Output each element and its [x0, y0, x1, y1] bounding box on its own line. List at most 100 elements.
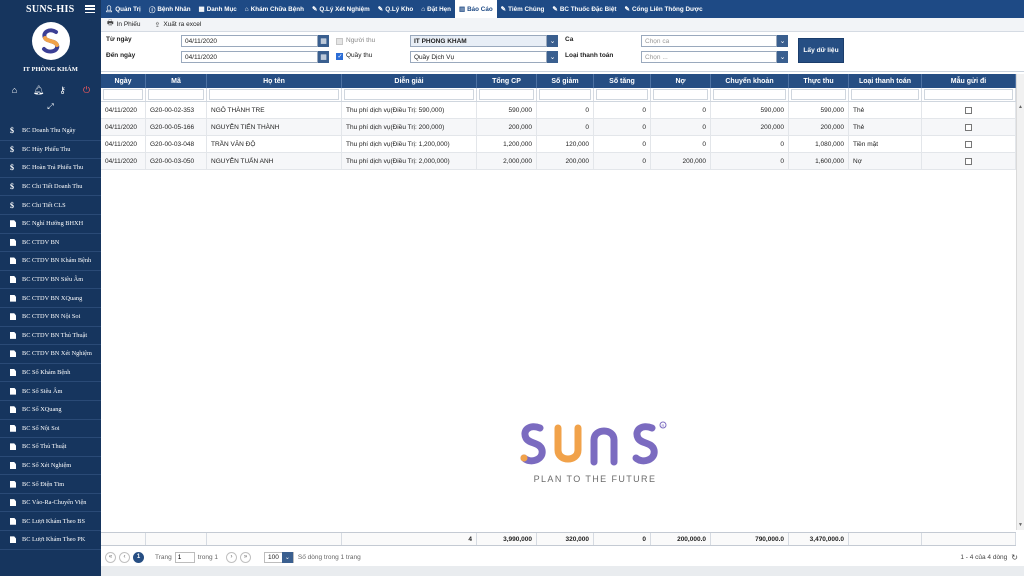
column-header[interactable]: Nợ — [651, 74, 711, 88]
column-filter-input[interactable] — [851, 89, 919, 100]
column-filter-input[interactable] — [148, 89, 204, 100]
nav-item[interactable]: ✎ Q.Lý Kho — [374, 0, 417, 18]
chevron-down-icon[interactable]: ⌄ — [777, 51, 788, 63]
column-header[interactable]: Thực thu — [789, 74, 849, 88]
page-size-select[interactable]: 100 ⌄ — [264, 551, 294, 563]
sidebar-item[interactable]: BC Lượt Khám Theo BS — [0, 512, 101, 532]
sidebar-item[interactable]: BC Sổ Khám Bệnh — [0, 364, 101, 383]
prev-page-icon[interactable]: ‹ — [119, 551, 130, 563]
calendar-icon[interactable]: ▦ — [318, 35, 329, 47]
sidebar-item[interactable]: BC CTDV BN Xét Nghiệm — [0, 345, 101, 364]
column-header[interactable]: Ngày — [101, 74, 146, 88]
sidebar-item[interactable]: BC Vào-Ra-Chuyển Viện — [0, 494, 101, 513]
export-excel-button[interactable]: ⇪ Xuất ra excel — [154, 21, 201, 29]
first-page-icon[interactable]: « — [105, 551, 116, 563]
sidebar-item[interactable]: BC Sổ Điện Tim — [0, 475, 101, 494]
sidebar-item[interactable]: BC CTDV BN — [0, 234, 101, 253]
power-icon[interactable]: ⏻ — [81, 85, 93, 96]
column-filter-input[interactable] — [791, 89, 846, 100]
paytype-select[interactable] — [641, 51, 777, 63]
column-header[interactable]: Diễn giải — [342, 74, 477, 88]
to-date-input[interactable] — [181, 51, 318, 63]
chevron-down-icon[interactable]: ⌄ — [547, 35, 558, 47]
column-header[interactable]: Tổng CP — [477, 74, 537, 88]
column-filter-input[interactable] — [713, 89, 786, 100]
collector-select[interactable] — [410, 35, 547, 47]
hamburger-menu-icon[interactable] — [85, 5, 95, 13]
sidebar-item[interactable]: BC CTDV BN Khám Bệnh — [0, 252, 101, 271]
nav-item[interactable]: ▥ Báo Cáo — [454, 0, 497, 18]
nav-item[interactable]: ✎ Q.Lý Xét Nghiệm — [308, 0, 374, 18]
last-page-icon[interactable]: » — [240, 551, 251, 563]
table-row[interactable]: 04/11/2020 G20-00-03-048 TRẦN VĂN ĐỘ Thu ph… — [101, 136, 1016, 153]
sidebar-item[interactable]: BC CTDV BN Thủ Thuật — [0, 327, 101, 346]
shift-select[interactable] — [641, 35, 777, 47]
chevron-down-icon[interactable]: ⌄ — [777, 35, 788, 47]
column-filter-input[interactable] — [344, 89, 474, 100]
nav-item[interactable]: ✎ Cổng Liên Thông Dược — [621, 0, 707, 18]
nav-item[interactable]: ▦ Danh Mục — [195, 0, 241, 18]
nav-item[interactable]: ⌂ Khám Chữa Bệnh — [241, 0, 308, 18]
sidebar-item[interactable]: BC Nghỉ Hưởng BHXH — [0, 215, 101, 234]
sidebar-item[interactable]: BC CTDV BN Nội Soi — [0, 308, 101, 327]
column-filter-input[interactable] — [539, 89, 591, 100]
sidebar-item[interactable]: BC Sổ Nội Soi — [0, 420, 101, 439]
key-icon[interactable]: ⚷ — [57, 85, 69, 96]
scroll-down-icon[interactable]: ▼ — [1017, 522, 1024, 528]
sidebar-item[interactable]: BC CTDV BN Siêu Âm — [0, 271, 101, 290]
expand-icon[interactable]: ⤢ — [0, 102, 101, 112]
column-filter-input[interactable] — [479, 89, 534, 100]
column-filter-input[interactable] — [596, 89, 648, 100]
table-row[interactable]: 04/11/2020 G20-00-05-166 NGUYỄN TIẾN THÀNH… — [101, 119, 1016, 136]
column-filter-input[interactable] — [103, 89, 143, 100]
chevron-down-icon[interactable]: ⌄ — [547, 51, 558, 63]
sidebar-item[interactable]: $ BC Chi Tiết CLS — [0, 196, 101, 215]
column-header[interactable]: Mẫu gửi đi — [922, 74, 1016, 88]
column-header[interactable]: Loại thanh toán — [849, 74, 922, 88]
bell-icon[interactable]: 🔔︎ — [33, 85, 45, 96]
sidebar-item[interactable]: BC Sổ XQuang — [0, 401, 101, 420]
column-header[interactable]: Số giảm — [537, 74, 594, 88]
sample-sent-checkbox[interactable] — [965, 140, 972, 148]
next-page-icon[interactable]: › — [226, 551, 237, 563]
column-header[interactable]: Mã — [146, 74, 207, 88]
column-filter-input[interactable] — [209, 89, 339, 100]
table-row[interactable]: 04/11/2020 G20-00-03-050 NGUYỄN TUẤN ANH Th… — [101, 153, 1016, 170]
column-header[interactable]: Số tăng — [594, 74, 651, 88]
counter-checkbox[interactable] — [336, 53, 343, 60]
sidebar-item[interactable]: $ BC Chi Tiết Doanh Thu — [0, 178, 101, 197]
refresh-icon[interactable]: ↻ — [1011, 553, 1018, 562]
nav-item[interactable]: 👤︎ Quản Trị — [101, 0, 145, 18]
sidebar-item[interactable]: $ BC Hoàn Trả Phiếu Thu — [0, 159, 101, 178]
nav-item[interactable]: ⌂ Đặt Hẹn — [417, 0, 455, 18]
home-icon[interactable]: ⌂ — [9, 85, 21, 96]
fetch-data-button[interactable]: Lấy dữ liệu — [798, 38, 844, 63]
print-button[interactable]: 🖶 In Phiếu — [107, 19, 140, 30]
sidebar-item[interactable]: $ BC Doanh Thu Ngày — [0, 122, 101, 141]
sample-sent-checkbox[interactable] — [965, 157, 972, 165]
column-filter-input[interactable] — [924, 89, 1013, 100]
scroll-up-icon[interactable]: ▲ — [1017, 104, 1024, 110]
calendar-icon[interactable]: ▦ — [318, 51, 329, 63]
sidebar-item[interactable]: $ BC Hủy Phiếu Thu — [0, 141, 101, 160]
vertical-scrollbar[interactable]: ▲ ▼ — [1016, 74, 1024, 530]
sample-sent-checkbox[interactable] — [965, 106, 972, 114]
table-row[interactable]: 04/11/2020 G20-00-02-353 NGÔ THÀNH TRE Thu … — [101, 102, 1016, 119]
sidebar-item[interactable]: BC Lượt Khám Theo PK — [0, 531, 101, 550]
sidebar-item[interactable]: BC Sổ Siêu Âm — [0, 382, 101, 401]
column-header[interactable]: Họ tên — [207, 74, 342, 88]
nav-item[interactable]: ✎ Tiêm Chủng — [497, 0, 549, 18]
sidebar-item[interactable]: BC CTDV BN XQuang — [0, 289, 101, 308]
from-date-input[interactable] — [181, 35, 318, 47]
sidebar-item[interactable]: BC Sổ Thủ Thuật — [0, 438, 101, 457]
counter-select[interactable] — [410, 51, 547, 63]
column-filter-input[interactable] — [653, 89, 708, 100]
page-input[interactable] — [174, 551, 195, 563]
sidebar-item[interactable]: BC Sổ Xét Nghiệm — [0, 457, 101, 476]
current-page-button[interactable]: 1 — [133, 551, 144, 563]
sample-sent-checkbox[interactable] — [965, 123, 972, 131]
collector-checkbox[interactable] — [336, 38, 343, 45]
column-header[interactable]: Chuyển khoản — [711, 74, 789, 88]
nav-item[interactable]: ✎ BC Thuốc Đặc Biệt — [548, 0, 620, 18]
nav-item[interactable]: ⓘ Bệnh Nhân — [145, 0, 195, 18]
